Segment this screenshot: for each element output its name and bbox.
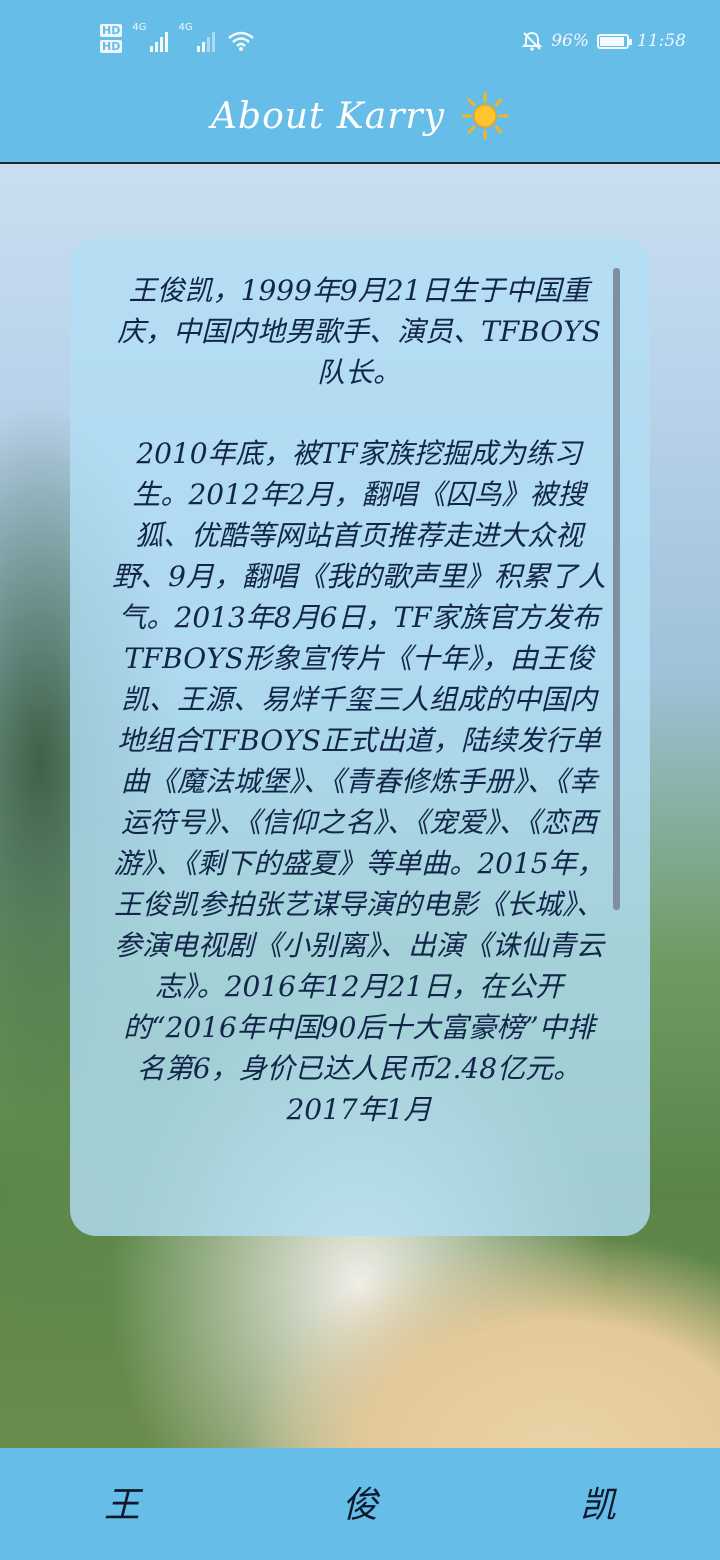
bottom-char-1: 王 (104, 1485, 141, 1526)
signal-strength-2-icon (196, 30, 215, 52)
sun-icon (461, 92, 509, 140)
wifi-icon (227, 31, 254, 51)
hd-badge-1: HD (100, 23, 123, 37)
bottom-bar: 王 俊 凯 (0, 1448, 720, 1560)
hd-badge-2: HD (100, 39, 123, 53)
bottom-char-3: 凯 (580, 1485, 617, 1526)
signal-strength-1-icon (150, 30, 169, 52)
network-type-2: 4G (178, 22, 193, 33)
content-card[interactable]: 王俊凯，1999年9月21日生于中国重庆，中国内地男歌手、演员、TFBOYS队长… (70, 238, 650, 1236)
app-bar: About Karry (0, 70, 720, 164)
app-title: About Karry (211, 95, 445, 137)
status-right-group: 96% 11:58 (521, 30, 686, 52)
battery-icon (597, 33, 632, 49)
status-bar: HD HD 4G 4G 96% 11:58 (0, 0, 720, 70)
bio-paragraph-2: 2010年底，被TF家族挖掘成为练习生。2012年2月，翻唱《囚鸟》被搜狐、优酷… (112, 437, 606, 1126)
bottom-char-2: 俊 (342, 1485, 379, 1526)
bell-mute-icon (521, 31, 543, 51)
hd-indicators: HD HD (100, 23, 123, 53)
phone-screen: HD HD 4G 4G 96% 11:58 About Karry 王俊凯，19… (0, 0, 720, 1560)
clock: 11:58 (637, 31, 686, 51)
battery-percentage: 96% (551, 31, 589, 51)
network-type-1: 4G (132, 22, 147, 33)
scrollbar[interactable] (613, 268, 620, 910)
status-left-group: HD HD 4G 4G (100, 18, 255, 58)
bio-paragraph-1: 王俊凯，1999年9月21日生于中国重庆，中国内地男歌手、演员、TFBOYS队长… (117, 274, 601, 389)
biography-text: 王俊凯，1999年9月21日生于中国重庆，中国内地男歌手、演员、TFBOYS队长… (110, 270, 608, 1170)
